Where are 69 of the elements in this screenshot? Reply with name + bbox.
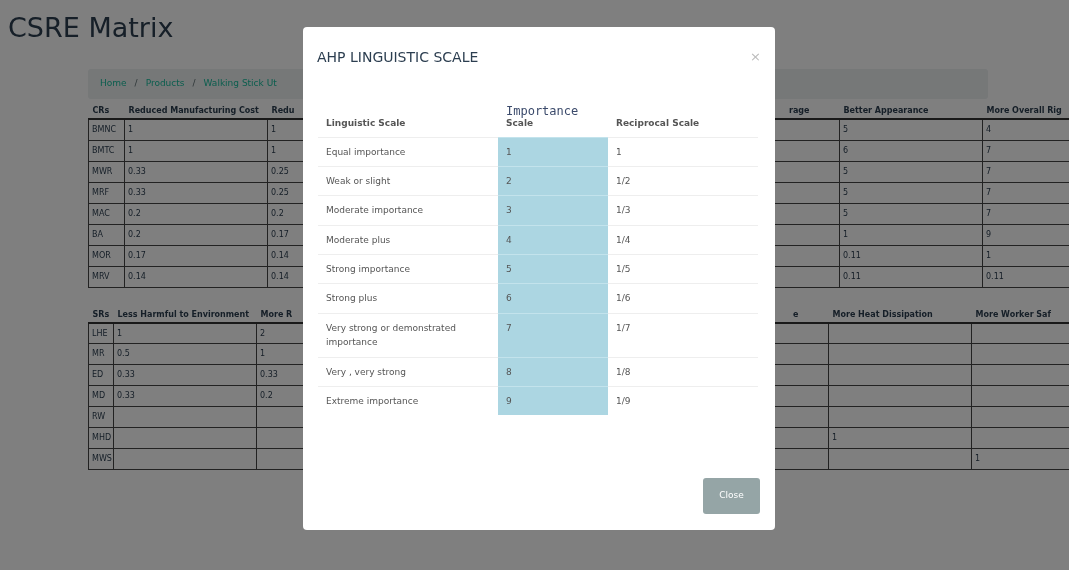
close-button[interactable]: Close <box>703 478 760 514</box>
table-cell: 1/7 <box>608 313 758 358</box>
column-header: Linguistic Scale <box>326 118 406 128</box>
column-header: Better Appearance <box>843 105 929 115</box>
table-cell: 1/3 <box>608 195 758 226</box>
table-cell[interactable]: 0.33 <box>113 385 257 407</box>
row-header: BA <box>88 224 125 246</box>
column-header: Less Harmful to Environment <box>117 309 250 319</box>
row-header: MWR <box>88 161 125 183</box>
table-cell[interactable]: 0.2 <box>124 224 268 246</box>
table-cell[interactable]: 0.17 <box>124 245 268 267</box>
row-header: MRV <box>88 266 125 288</box>
row-header: MAC <box>88 203 125 225</box>
breadcrumb-separator: / <box>192 76 196 90</box>
table-cell[interactable]: 0.33 <box>124 182 268 204</box>
table-cell[interactable] <box>113 427 257 449</box>
table-cell[interactable]: 0.2 <box>124 203 268 225</box>
row-header: MHD <box>88 427 114 449</box>
column-header: Redu <box>271 105 295 115</box>
table-cell[interactable]: 1 <box>124 119 268 141</box>
row-header: MOR <box>88 245 125 267</box>
table-cell: 5 <box>498 254 608 284</box>
table-cell[interactable] <box>113 448 257 470</box>
column-header: More Overall Rig <box>986 105 1062 115</box>
row-header: MWS <box>88 448 114 470</box>
table-cell: 2 <box>498 166 608 196</box>
column-header: e <box>793 309 799 319</box>
table-cell: 1 <box>608 137 758 167</box>
row-header: BMTC <box>88 140 125 162</box>
row-header: RW <box>88 406 114 428</box>
table-cell[interactable]: 1 <box>124 140 268 162</box>
column-header: CRs <box>92 105 110 115</box>
table-cell[interactable]: 0.33 <box>124 161 268 183</box>
modal-title: AHP LINGUISTIC SCALE <box>317 48 479 66</box>
table-cell: 1/9 <box>608 386 758 416</box>
row-header: MD <box>88 385 114 407</box>
column-header: Importance <box>506 105 580 117</box>
table-cell[interactable]: 0.14 <box>124 266 268 288</box>
table-cell: 8 <box>498 357 608 387</box>
column-header: More Heat Dissipation <box>832 309 933 319</box>
row-header: ED <box>88 364 114 386</box>
column-header: More Worker Saf <box>975 309 1051 319</box>
column-header: Reciprocal Scale <box>616 118 700 128</box>
table-cell: 1/2 <box>608 166 758 196</box>
page-title: CSRE Matrix <box>7 11 175 43</box>
table-cell[interactable]: 0.33 <box>113 364 257 386</box>
row-header: MRF <box>88 182 125 204</box>
column-subheader: Scale <box>506 118 534 128</box>
table-cell[interactable]: 0.5 <box>113 343 257 365</box>
column-header: rage <box>789 105 810 115</box>
breadcrumb-separator: / <box>134 76 138 90</box>
table-cell: 4 <box>498 225 608 255</box>
table-cell[interactable] <box>113 406 257 428</box>
table-cell: 1/8 <box>608 357 758 387</box>
column-header: Reduced Manufacturing Cost <box>128 105 259 115</box>
row-header: BMNC <box>88 119 125 141</box>
table-cell: 1/6 <box>608 283 758 314</box>
table-cell: 1/4 <box>608 225 758 255</box>
table-cell: 3 <box>498 195 608 226</box>
table-cell: 9 <box>498 386 608 416</box>
table-cell: 1 <box>498 137 608 167</box>
row-header: MR <box>88 343 114 365</box>
column-header: More R <box>260 309 293 319</box>
table-cell: 7 <box>498 313 608 358</box>
column-header: SRs <box>92 309 110 319</box>
table-cell: 1/5 <box>608 254 758 284</box>
row-header: LHE <box>88 322 114 344</box>
table-cell: 6 <box>498 283 608 314</box>
table-cell[interactable]: 1 <box>113 322 257 344</box>
